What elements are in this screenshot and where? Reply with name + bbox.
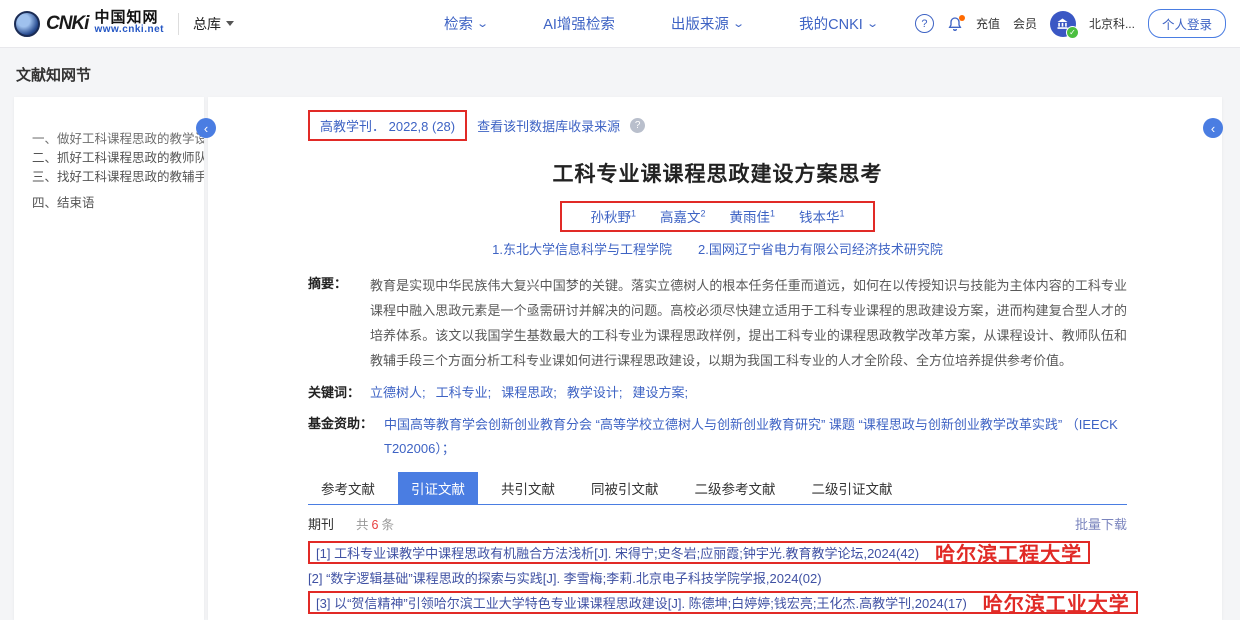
outline-item-4[interactable]: 四、结束语 — [32, 194, 196, 213]
result-count: 共6条 — [356, 514, 394, 533]
chevron-down-icon: ⌄ — [476, 17, 489, 30]
batch-download-button[interactable]: 批量下载 — [1075, 514, 1127, 533]
authors-row: 孙秋野1 高嘉文2 黄雨佳1 钱本华1 — [308, 201, 1127, 232]
nav-item-label: AI增强检索 — [543, 13, 615, 34]
citation-link[interactable]: [3] 以“贺信精神”引领哈尔滨工业大学特色专业课课程思政建设[J]. 陈德坤;… — [316, 593, 967, 612]
article-title: 工科专业课课程思政建设方案思考 — [308, 158, 1127, 188]
header-divider — [178, 13, 179, 35]
cnki-logo-brand: 中国知网 — [94, 12, 164, 24]
keywords-label: 关键词： — [308, 382, 370, 402]
institution-avatar[interactable]: ✓ — [1050, 11, 1076, 37]
annotation-box-authors: 孙秋野1 高嘉文2 黄雨佳1 钱本华1 — [560, 201, 874, 232]
article-panel: 高教学刊． 2022,8 (28) 查看该刊数据库收录来源 ? 工科专业课课程思… — [208, 97, 1222, 620]
keyword-link[interactable]: 教学设计; — [567, 385, 623, 400]
nav-item-检索[interactable]: 检索⌄ — [444, 13, 487, 34]
annotation-box-citation: [1] 工科专业课教学中课程思政有机融合方法浅析[J]. 宋得宁;史冬岩;应丽霞… — [308, 541, 1090, 564]
top-navbar: CNKi 中国知网 www.cnki.net 总库 检索⌄AI增强检索出版来源⌄… — [0, 0, 1240, 48]
nav-item-label: 出版来源 — [671, 13, 729, 34]
notification-dot — [959, 15, 965, 21]
fund-block: 基金资助： 中国高等教育学会创新创业教育分会 “高等学校立德树人与创新创业教育研… — [308, 413, 1127, 461]
citation-link[interactable]: [1] 工科专业课教学中课程思政有机融合方法浅析[J]. 宋得宁;史冬岩;应丽霞… — [316, 543, 919, 562]
repository-label: 总库 — [193, 14, 221, 34]
citation-list-header: 期刊 共6条 批量下载 — [308, 514, 1127, 533]
annotation-box-citation: [3] 以“贺信精神”引领哈尔滨工业大学特色专业课课程思政建设[J]. 陈德坤;… — [308, 591, 1138, 614]
tab-参考文献[interactable]: 参考文献 — [308, 472, 388, 504]
outline-item-3[interactable]: 三、找好工科课程思政的教辅手段 — [32, 168, 196, 187]
author-link[interactable]: 高嘉文2 — [660, 210, 706, 225]
tab-二级引证文献[interactable]: 二级引证文献 — [799, 472, 906, 504]
header-right: ? 充值 会员 ✓ 北京科... 个 — [915, 9, 1226, 38]
fund-text[interactable]: 中国高等教育学会创新创业教育分会 “高等学校立德树人与创新创业教育研究” 课题 … — [384, 413, 1127, 461]
tab-二级参考文献[interactable]: 二级参考文献 — [682, 472, 789, 504]
page: CNKi 中国知网 www.cnki.net 总库 检索⌄AI增强检索出版来源⌄… — [0, 0, 1240, 620]
header-nav: 检索⌄AI增强检索出版来源⌄我的CNKI⌄ — [444, 13, 877, 34]
citation-row-2: [2] “数字逻辑基础”课程思政的探索与实践[J]. 李雪梅;李莉.北京电子科技… — [308, 565, 1127, 590]
chevron-down-icon: ⌄ — [866, 17, 879, 30]
citation-list: [1] 工科专业课教学中课程思政有机融合方法浅析[J]. 宋得宁;史冬岩;应丽霞… — [308, 540, 1127, 620]
sidebar-collapse-button[interactable]: ‹ — [196, 118, 216, 138]
outline-list: 一、做好工科课程思政的教学设计二、抓好工科课程思政的教师队伍三、找好工科课程思政… — [14, 130, 204, 213]
annotation-text: 哈尔滨工业大学 — [983, 588, 1130, 617]
keywords-block: 关键词： 立德树人; 工科专业; 课程思政; 教学设计; 建设方案; — [308, 382, 1127, 402]
citation-row-1: [1] 工科专业课教学中课程思政有机融合方法浅析[J]. 宋得宁;史冬岩;应丽霞… — [308, 540, 1127, 565]
outline-sidebar: 一、做好工科课程思政的教学设计二、抓好工科课程思政的教师队伍三、找好工科课程思政… — [14, 97, 204, 620]
outline-item-1[interactable]: 一、做好工科课程思政的教学设计 — [32, 130, 196, 149]
tab-同被引文献[interactable]: 同被引文献 — [578, 472, 672, 504]
cnki-logo-url: www.cnki.net — [94, 24, 164, 36]
source-type-filter[interactable]: 期刊 — [308, 514, 334, 533]
author-link[interactable]: 钱本华1 — [799, 210, 845, 225]
verified-check-icon: ✓ — [1066, 26, 1079, 39]
repository-switcher[interactable]: 总库 — [193, 14, 234, 34]
author-link[interactable]: 孙秋野1 — [590, 210, 636, 225]
citation-row-3: [3] 以“贺信精神”引领哈尔滨工业大学特色专业课课程思政建设[J]. 陈德坤;… — [308, 590, 1127, 615]
member-link[interactable]: 会员 — [1013, 15, 1037, 32]
author-link[interactable]: 黄雨佳1 — [730, 210, 776, 225]
keyword-link[interactable]: 课程思政; — [501, 385, 557, 400]
outline-item-2[interactable]: 二、抓好工科课程思政的教师队伍 — [32, 149, 196, 168]
journal-row: 高教学刊． 2022,8 (28) 查看该刊数据库收录来源 ? — [308, 110, 1127, 141]
cnki-logo-mark: CNKi — [46, 13, 88, 35]
help-icon[interactable]: ? — [915, 14, 934, 33]
nav-item-出版来源[interactable]: 出版来源⌄ — [671, 13, 743, 34]
institution-name[interactable]: 北京科... — [1089, 15, 1135, 32]
annotation-box-journal: 高教学刊． 2022,8 (28) — [308, 110, 467, 141]
tab-共引文献[interactable]: 共引文献 — [488, 472, 568, 504]
annotation-text: 哈尔滨工程大学 — [935, 538, 1082, 567]
keyword-link[interactable]: 立德树人; — [370, 385, 426, 400]
cnki-globe-icon — [14, 11, 40, 37]
journal-link[interactable]: 高教学刊． 2022,8 (28) — [320, 116, 455, 135]
chevron-down-icon: ⌄ — [732, 17, 745, 30]
citation-link[interactable]: [2] “数字逻辑基础”课程思政的探索与实践[J]. 李雪梅;李莉.北京电子科技… — [308, 568, 822, 587]
right-panel-collapse-button[interactable]: ‹ — [1203, 118, 1223, 138]
page-title: 文献知网节 — [16, 64, 91, 85]
citation-tabs: 参考文献引证文献共引文献同被引文献二级参考文献二级引证文献 — [308, 472, 1127, 505]
tab-引证文献[interactable]: 引证文献 — [398, 472, 478, 504]
affiliations: 1.东北大学信息科学与工程学院 2.国网辽宁省电力有限公司经济技术研究院 — [308, 239, 1127, 258]
cnki-logo[interactable]: CNKi 中国知网 www.cnki.net — [14, 11, 164, 37]
abstract-label: 摘要： — [308, 273, 370, 373]
recharge-link[interactable]: 充值 — [976, 15, 1000, 32]
notification-bell[interactable] — [947, 16, 963, 32]
keyword-link[interactable]: 工科专业; — [436, 385, 492, 400]
nav-item-label: 我的CNKI — [799, 13, 863, 34]
keywords-list: 立德树人; 工科专业; 课程思政; 教学设计; 建设方案; — [370, 382, 698, 402]
fund-label: 基金资助： — [308, 413, 384, 461]
abstract-block: 摘要： 教育是实现中华民族伟大复兴中国梦的关键。落实立德树人的根本任务任重而道远… — [308, 273, 1127, 373]
nav-item-AI增强检索[interactable]: AI增强检索 — [543, 13, 615, 34]
nav-item-label: 检索 — [444, 13, 473, 34]
personal-login-button[interactable]: 个人登录 — [1148, 9, 1226, 38]
journal-source-link[interactable]: 查看该刊数据库收录来源 — [477, 116, 620, 135]
nav-item-我的CNKI[interactable]: 我的CNKI⌄ — [799, 13, 877, 34]
caret-down-icon — [226, 21, 234, 26]
abstract-text: 教育是实现中华民族伟大复兴中国梦的关键。落实立德树人的根本任务任重而道远，如何在… — [370, 273, 1127, 373]
keyword-link[interactable]: 建设方案; — [633, 385, 689, 400]
question-mark-icon[interactable]: ? — [630, 118, 645, 133]
